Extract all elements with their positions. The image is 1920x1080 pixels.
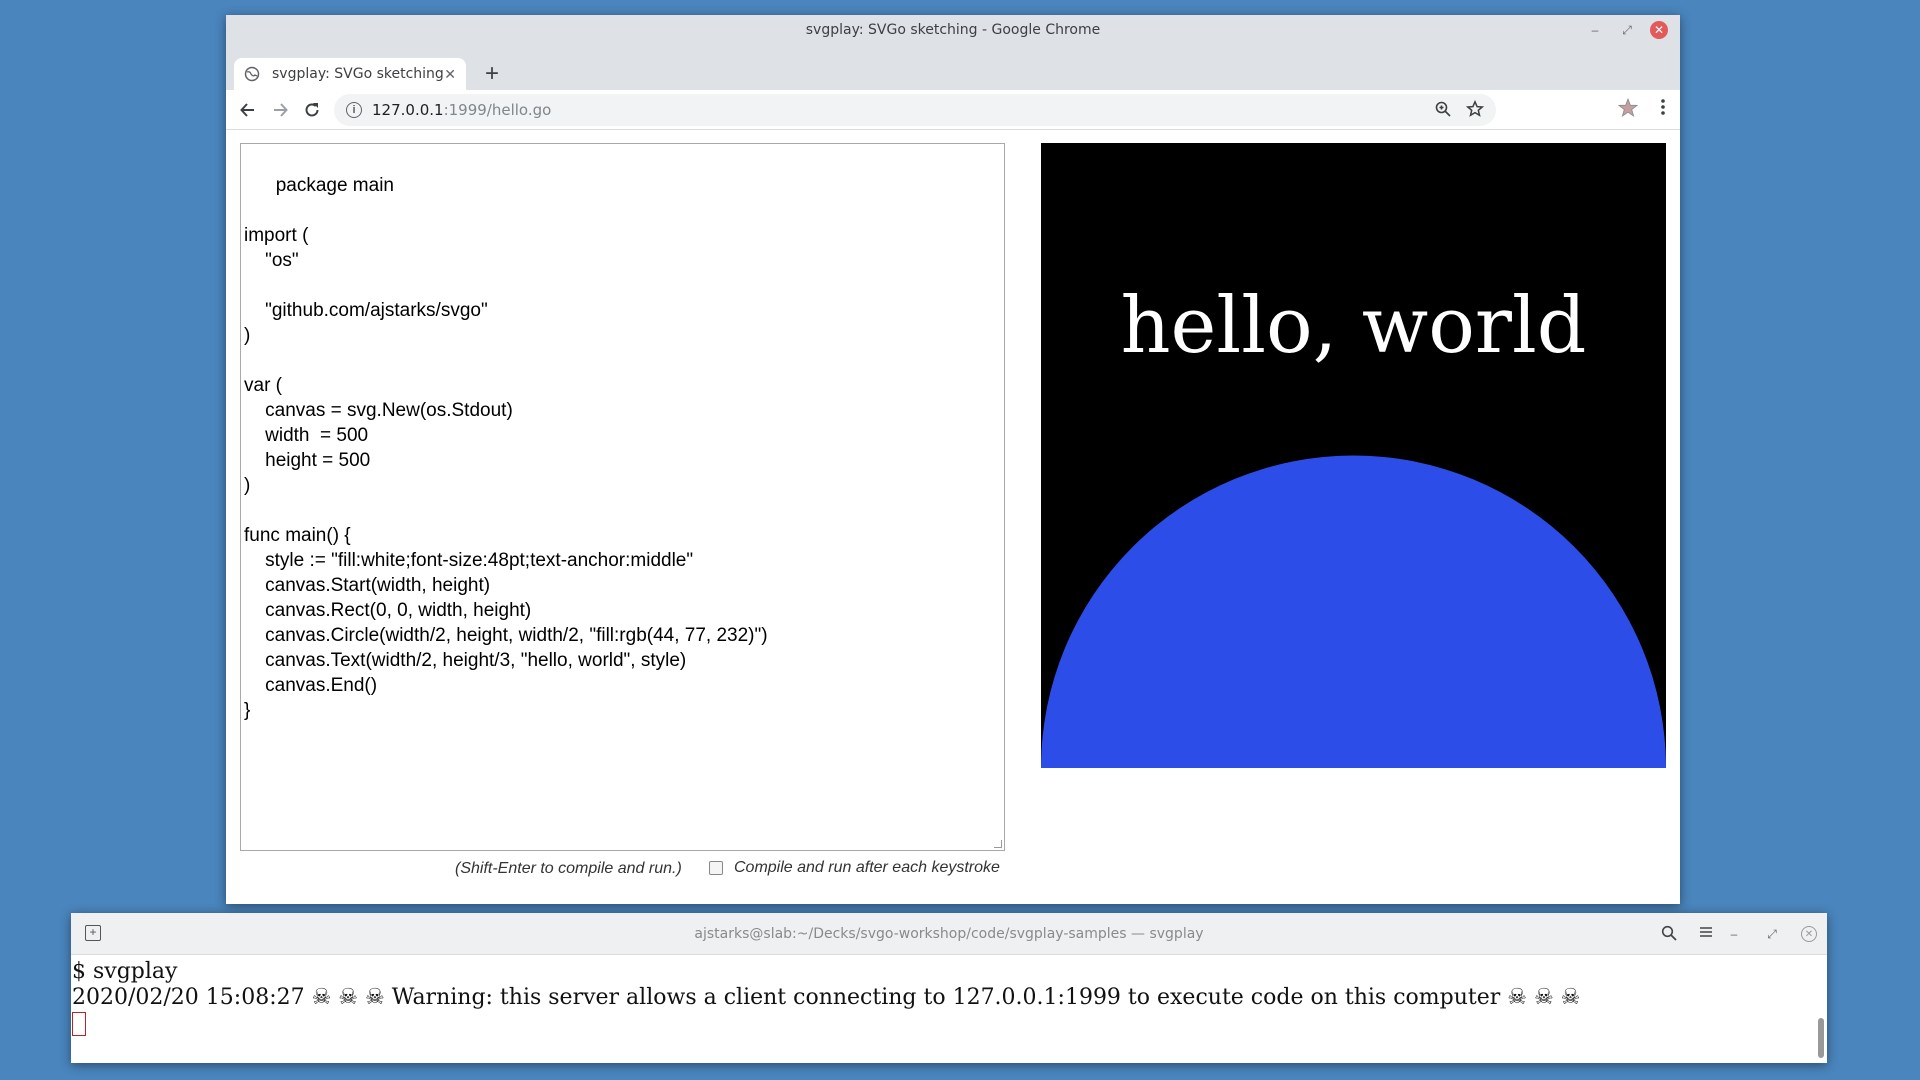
bookmark-star-icon[interactable] (1465, 99, 1485, 123)
url-host: 127.0.0.1 (372, 101, 444, 119)
code-editor[interactable]: package main import ( "os" "github.com/a… (240, 143, 1005, 851)
terminal-title: ajstarks@slab:~/Decks/svgo-workshop/code… (694, 925, 1204, 942)
window-title: svgplay: SVGo sketching - Google Chrome (805, 21, 1101, 38)
maximize-icon[interactable]: ⤢ (1618, 21, 1636, 39)
terminal-cursor (72, 1012, 86, 1036)
terminal-output[interactable]: $ svgplay 2020/02/20 15:08:27 ☠ ☠ ☠ Warni… (71, 957, 1827, 1063)
address-bar[interactable]: i 127.0.0.1:1999/hello.go (334, 94, 1496, 126)
url-path: :1999/hello.go (443, 101, 552, 119)
browser-titlebar[interactable]: svgplay: SVGo sketching - Google Chrome … (226, 15, 1680, 44)
terminal-window-controls: – ⤢ ✕ (1725, 925, 1817, 943)
minimize-icon[interactable]: – (1586, 21, 1604, 39)
search-icon[interactable] (1661, 925, 1677, 946)
svg-output: hello, world (1041, 143, 1666, 768)
autorun-option[interactable]: Compile and run after each keystroke (709, 859, 1000, 877)
zoom-icon[interactable] (1434, 100, 1452, 123)
tab-close-icon[interactable]: ✕ (444, 66, 456, 83)
new-tab-button[interactable]: + (480, 60, 504, 88)
window-controls: – ⤢ ✕ (1586, 21, 1668, 39)
close-icon[interactable]: ✕ (1650, 21, 1668, 39)
forward-icon[interactable] (268, 98, 292, 122)
hamburger-menu-icon[interactable] (1699, 925, 1713, 944)
reload-icon[interactable] (300, 98, 324, 122)
autorun-checkbox[interactable] (709, 861, 723, 875)
menu-icon[interactable] (1660, 98, 1666, 121)
minimize-icon[interactable]: – (1725, 925, 1743, 943)
resize-handle[interactable] (994, 840, 1002, 848)
new-tab-icon[interactable]: + (85, 925, 101, 941)
tab-title: svgplay: SVGo sketching (272, 66, 444, 82)
output-text: hello, world (1121, 281, 1587, 371)
autorun-label: Compile and run after each keystroke (734, 859, 1000, 876)
terminal-line-command: $ svgplay (72, 959, 178, 984)
terminal-line-warning: 2020/02/20 15:08:27 ☠ ☠ ☠ Warning: this … (72, 985, 1581, 1010)
browser-toolbar: i 127.0.0.1:1999/hello.go (226, 90, 1680, 130)
page-content: package main import ( "os" "github.com/a… (226, 130, 1680, 904)
terminal-window: + ajstarks@slab:~/Decks/svgo-workshop/co… (71, 913, 1827, 1063)
browser-window: svgplay: SVGo sketching - Google Chrome … (226, 15, 1680, 904)
back-icon[interactable] (236, 98, 260, 122)
extension-icon[interactable] (1617, 97, 1639, 123)
terminal-scrollbar[interactable] (1818, 1018, 1824, 1058)
tab-strip: svgplay: SVGo sketching ✕ + (226, 44, 1680, 90)
tab-svgplay[interactable]: svgplay: SVGo sketching ✕ (234, 58, 466, 90)
maximize-icon[interactable]: ⤢ (1763, 925, 1781, 943)
terminal-titlebar[interactable]: + ajstarks@slab:~/Decks/svgo-workshop/co… (71, 913, 1827, 955)
code-text: package main import ( "os" "github.com/a… (244, 175, 768, 721)
globe-icon (244, 66, 260, 82)
close-icon[interactable]: ✕ (1801, 926, 1817, 942)
url-text: 127.0.0.1:1999/hello.go (372, 101, 551, 119)
compile-hint: (Shift-Enter to compile and run.) (455, 860, 682, 877)
site-info-icon[interactable]: i (346, 102, 362, 118)
